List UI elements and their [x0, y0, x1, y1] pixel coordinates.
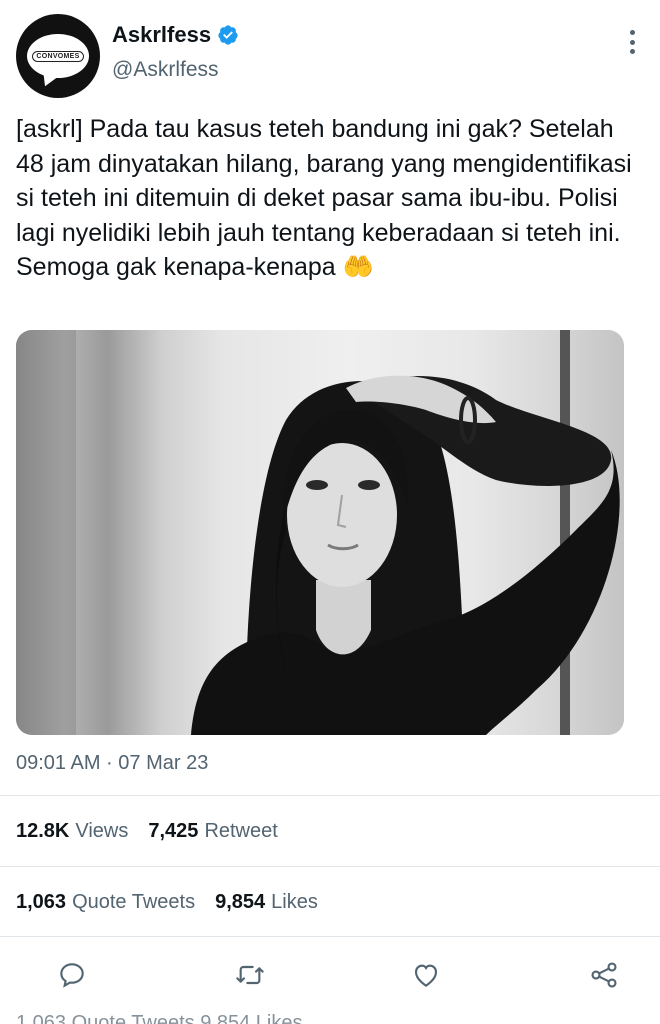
retweets-stat[interactable]: 7,425 Retweet [148, 820, 277, 843]
quotes-count: 1,063 [16, 891, 67, 913]
likes-count: 9,854 [215, 891, 266, 913]
avatar[interactable]: CONVOMES [16, 14, 100, 98]
views-stat[interactable]: 12.8K Views [16, 820, 128, 843]
scrolled-stats-peek: 1,063 Quote Tweets 9,854 Likes [16, 1012, 303, 1024]
verified-badge-icon [218, 25, 238, 45]
stats-row-views: 12.8K Views 7,425 Retweet [16, 820, 278, 843]
views-label: Views [75, 820, 129, 842]
like-icon[interactable] [404, 950, 448, 1000]
stats-row-quotes-likes: 1,063 Quote Tweets 9,854 Likes [16, 891, 318, 914]
divider [0, 866, 660, 867]
divider [0, 795, 660, 796]
avatar-bubble-icon: CONVOMES [27, 34, 89, 78]
name-row: Askrlfess [112, 22, 239, 48]
action-bar [0, 950, 660, 1002]
tweet-photo[interactable] [16, 330, 624, 735]
retweet-icon[interactable] [228, 950, 272, 1000]
likes-stat[interactable]: 9,854 Likes [215, 891, 318, 914]
handle[interactable]: @Askrlfess [112, 58, 219, 82]
quotes-stat[interactable]: 1,063 Quote Tweets [16, 891, 195, 914]
tweet-text: [askrl] Pada tau kasus teteh bandung ini… [16, 115, 639, 281]
retweets-label: Retweet [204, 820, 278, 842]
avatar-logo-text: CONVOMES [32, 50, 84, 62]
display-name[interactable]: Askrlfess [112, 22, 211, 48]
quotes-label: Quote Tweets [72, 891, 196, 913]
share-icon[interactable] [582, 950, 626, 1000]
tweet-timestamp[interactable]: 09:01 AM · 07 Mar 23 [16, 752, 208, 775]
likes-label: Likes [271, 891, 318, 913]
divider [0, 936, 660, 937]
tweet-header: CONVOMES Askrlfess @Askrlfess [16, 14, 644, 98]
retweets-count: 7,425 [148, 820, 199, 842]
views-count: 12.8K [16, 820, 70, 842]
photo-image [16, 330, 624, 735]
more-options-icon[interactable] [628, 30, 636, 54]
reply-icon[interactable] [50, 950, 94, 1000]
